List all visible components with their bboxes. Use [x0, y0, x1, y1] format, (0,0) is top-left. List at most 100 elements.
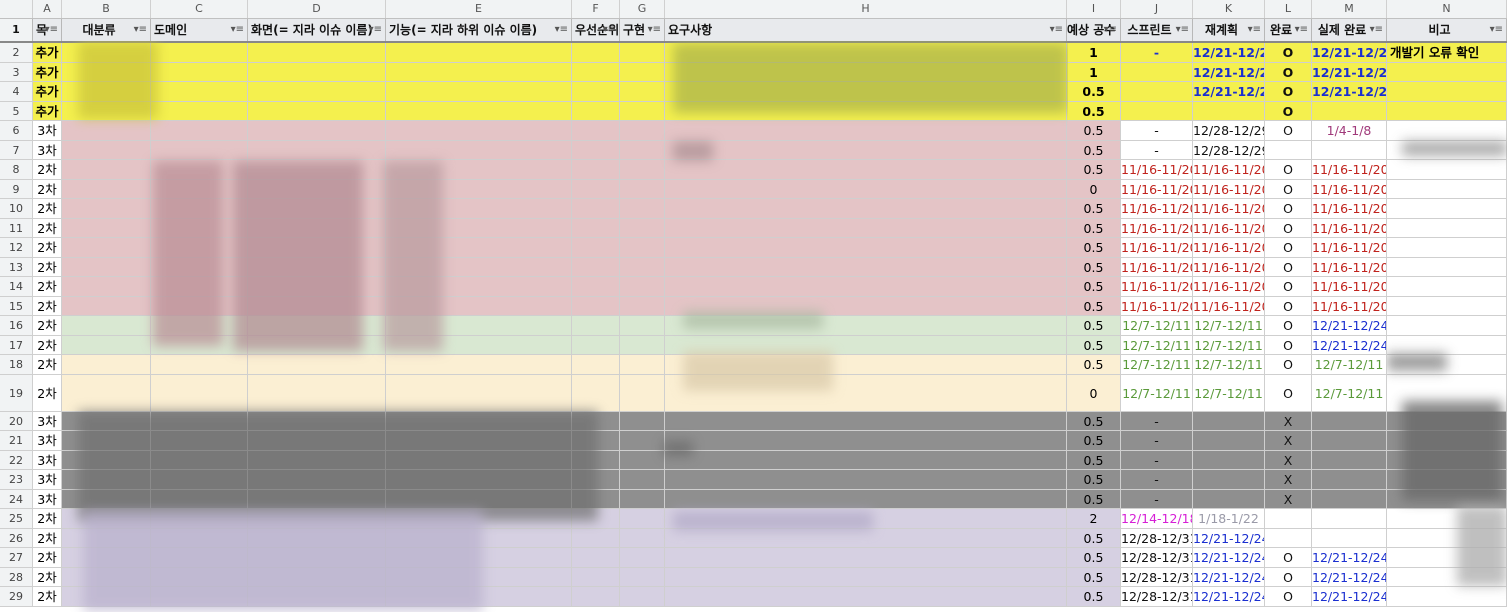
- cell-J[interactable]: 12/7-12/11: [1121, 316, 1193, 336]
- column-letter-F[interactable]: F: [572, 0, 620, 18]
- cell-A[interactable]: 2차: [33, 218, 62, 238]
- cell-M[interactable]: [1312, 470, 1387, 490]
- cell-A[interactable]: 2차: [33, 548, 62, 568]
- cell-K[interactable]: 12/21-12/24: [1193, 567, 1265, 587]
- cell-M[interactable]: [1312, 431, 1387, 451]
- cell-K[interactable]: 11/16-11/20: [1193, 218, 1265, 238]
- cell-M[interactable]: 12/21-12/24: [1312, 316, 1387, 336]
- cell-K[interactable]: 1/18-1/22: [1193, 509, 1265, 529]
- cell-L[interactable]: O: [1265, 587, 1312, 607]
- cell-A[interactable]: 2차: [33, 238, 62, 258]
- cell-J[interactable]: 11/16-11/20: [1121, 218, 1193, 238]
- column-letter-corner[interactable]: [0, 0, 33, 18]
- cell-M[interactable]: 11/16-11/20: [1312, 238, 1387, 258]
- cell-K[interactable]: 12/21-12/24: [1193, 43, 1265, 63]
- cell-L[interactable]: X: [1265, 470, 1312, 490]
- cell-M[interactable]: 12/21-12/24: [1312, 567, 1387, 587]
- row-number[interactable]: 6: [0, 121, 33, 141]
- column-letter-E[interactable]: E: [386, 0, 572, 18]
- cell-K[interactable]: 11/16-11/20: [1193, 160, 1265, 180]
- cell-L[interactable]: O: [1265, 218, 1312, 238]
- cell-M[interactable]: [1312, 489, 1387, 509]
- filter-icon[interactable]: ▾≡: [45, 19, 58, 41]
- cell-L[interactable]: O: [1265, 567, 1312, 587]
- filter-icon[interactable]: ▾≡: [648, 19, 661, 41]
- column-letter-G[interactable]: G: [620, 0, 665, 18]
- cell-M[interactable]: 11/16-11/20: [1312, 277, 1387, 297]
- cell-J[interactable]: 12/28-12/31: [1121, 587, 1193, 607]
- cell-J[interactable]: 12/7-12/11: [1121, 374, 1193, 412]
- cell-K[interactable]: 12/7-12/11: [1193, 374, 1265, 412]
- row-number[interactable]: 25: [0, 509, 33, 529]
- row-number[interactable]: 19: [0, 374, 33, 412]
- cell-I[interactable]: 0.5: [1067, 121, 1121, 141]
- row-number[interactable]: 27: [0, 548, 33, 568]
- cell-J[interactable]: 12/28-12/31: [1121, 567, 1193, 587]
- cell-K[interactable]: 11/16-11/20: [1193, 257, 1265, 277]
- cell-M[interactable]: 12/21-12/24: [1312, 82, 1387, 102]
- cell-L[interactable]: [1265, 140, 1312, 160]
- row-number[interactable]: 7: [0, 140, 33, 160]
- cell-I[interactable]: 0.5: [1067, 160, 1121, 180]
- cell-J[interactable]: 11/16-11/20: [1121, 277, 1193, 297]
- cell-K[interactable]: 12/21-12/24: [1193, 548, 1265, 568]
- cell-L[interactable]: X: [1265, 450, 1312, 470]
- column-letter-D[interactable]: D: [248, 0, 386, 18]
- cell-I[interactable]: 2: [1067, 509, 1121, 529]
- cell-A[interactable]: 2차: [33, 160, 62, 180]
- cell-J[interactable]: -: [1121, 431, 1193, 451]
- row-number[interactable]: 2: [0, 43, 33, 63]
- cell-K[interactable]: [1193, 489, 1265, 509]
- cell-I[interactable]: 0.5: [1067, 238, 1121, 258]
- row-number[interactable]: 9: [0, 179, 33, 199]
- filter-icon[interactable]: ▾≡: [231, 19, 244, 41]
- filter-icon[interactable]: ▾≡: [1050, 19, 1063, 41]
- filter-icon[interactable]: ▾≡: [1176, 19, 1189, 41]
- row-number[interactable]: 14: [0, 277, 33, 297]
- column-letter-H[interactable]: H: [665, 0, 1067, 18]
- cell-J[interactable]: 12/28-12/31: [1121, 548, 1193, 568]
- cell-M[interactable]: 12/21-12/24: [1312, 548, 1387, 568]
- cell-A[interactable]: 2차: [33, 257, 62, 277]
- row-number[interactable]: 15: [0, 296, 33, 316]
- cell-I[interactable]: 0.5: [1067, 296, 1121, 316]
- cell-J[interactable]: [1121, 101, 1193, 121]
- cell-I[interactable]: 0.5: [1067, 489, 1121, 509]
- cell-J[interactable]: -: [1121, 140, 1193, 160]
- row-number[interactable]: 10: [0, 199, 33, 219]
- cell-M[interactable]: 12/7-12/11: [1312, 355, 1387, 375]
- cell-A[interactable]: 3차: [33, 489, 62, 509]
- cell-M[interactable]: 12/21-12/24: [1312, 62, 1387, 82]
- row-number[interactable]: 12: [0, 238, 33, 258]
- cell-L[interactable]: O: [1265, 160, 1312, 180]
- cell-A[interactable]: 2차: [33, 316, 62, 336]
- filter-icon[interactable]: ▾≡: [603, 19, 616, 41]
- row-number[interactable]: 24: [0, 489, 33, 509]
- cell-A[interactable]: 2차: [33, 587, 62, 607]
- cell-J[interactable]: -: [1121, 121, 1193, 141]
- cell-A[interactable]: 2차: [33, 335, 62, 355]
- cell-K[interactable]: [1193, 101, 1265, 121]
- cell-A[interactable]: 2차: [33, 374, 62, 412]
- cell-A[interactable]: 3차: [33, 411, 62, 431]
- row-number[interactable]: 13: [0, 257, 33, 277]
- cell-I[interactable]: 0.5: [1067, 470, 1121, 490]
- filter-icon[interactable]: ▾≡: [1248, 19, 1261, 41]
- cell-M[interactable]: 11/16-11/20: [1312, 179, 1387, 199]
- cell-I[interactable]: 0.5: [1067, 199, 1121, 219]
- cell-A[interactable]: 3차: [33, 431, 62, 451]
- column-letter-M[interactable]: M: [1312, 0, 1387, 18]
- cell-A[interactable]: 2차: [33, 199, 62, 219]
- cell-A[interactable]: 3차: [33, 470, 62, 490]
- cell-A[interactable]: 추가: [33, 62, 62, 82]
- cell-M[interactable]: [1312, 411, 1387, 431]
- cell-K[interactable]: [1193, 411, 1265, 431]
- cell-I[interactable]: 0.5: [1067, 431, 1121, 451]
- cell-K[interactable]: 11/16-11/20: [1193, 199, 1265, 219]
- cell-J[interactable]: -: [1121, 489, 1193, 509]
- cell-A[interactable]: 2차: [33, 528, 62, 548]
- row-number[interactable]: 26: [0, 528, 33, 548]
- row-number[interactable]: 20: [0, 411, 33, 431]
- filter-icon[interactable]: ▾≡: [1104, 19, 1117, 41]
- cell-J[interactable]: 11/16-11/20: [1121, 179, 1193, 199]
